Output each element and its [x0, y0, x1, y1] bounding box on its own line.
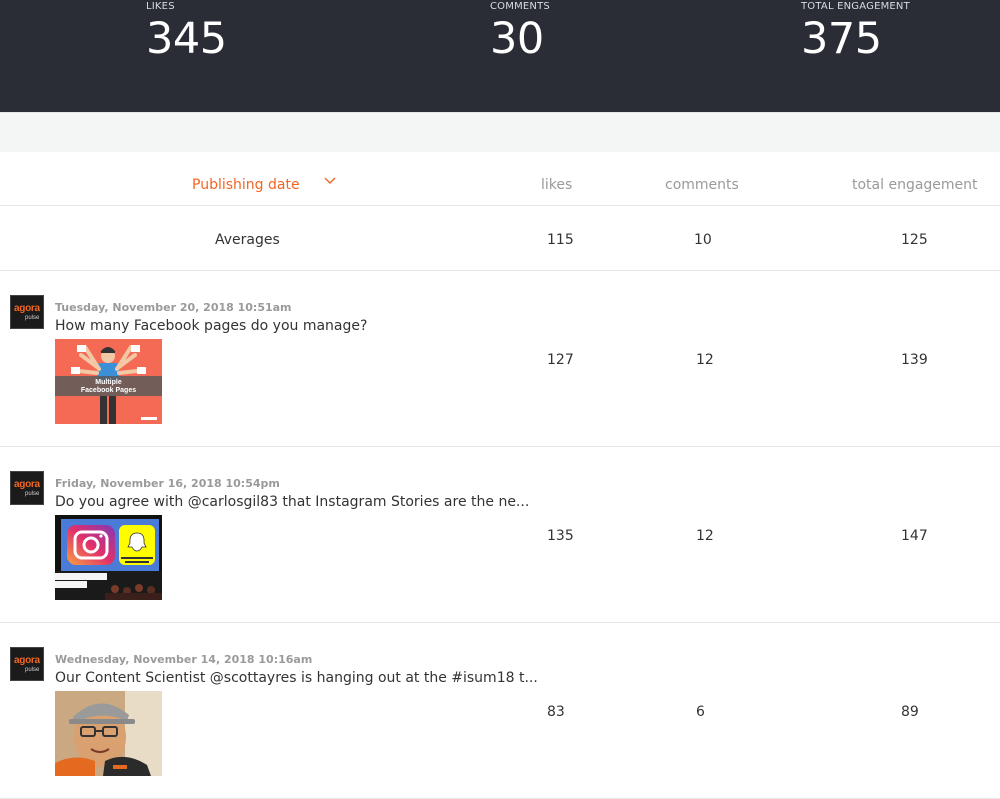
post-likes: 83 [547, 704, 565, 720]
posts-table: Publishing date likes comments total eng… [0, 152, 1000, 799]
section-divider-band [0, 112, 1000, 152]
total-engagement-stat: TOTAL ENGAGEMENT 375 [801, 0, 910, 62]
total-engagement-column-header[interactable]: total engagement [852, 152, 978, 206]
table-row[interactable]: agora pulse Wednesday, November 14, 2018… [0, 623, 1000, 799]
post-comments: 12 [696, 352, 714, 368]
post-total-engagement: 139 [901, 352, 928, 368]
table-row[interactable]: agora pulse Tuesday, November 20, 2018 1… [0, 271, 1000, 447]
post-comments: 6 [696, 704, 705, 720]
post-date: Tuesday, November 20, 2018 10:51am [55, 301, 292, 314]
likes-stat-label: LIKES [146, 1, 175, 12]
avatar: agora pulse [10, 295, 44, 329]
averages-row: Averages 115 10 125 [0, 206, 1000, 271]
post-thumbnail[interactable] [55, 691, 162, 776]
avatar-logo-text: agora [14, 479, 40, 490]
averages-total: 125 [901, 232, 928, 248]
total-engagement-stat-value: 375 [801, 14, 882, 64]
post-comments: 12 [696, 528, 714, 544]
averages-comments: 10 [694, 232, 712, 248]
post-date: Wednesday, November 14, 2018 10:16am [55, 653, 313, 666]
avatar: agora pulse [10, 471, 44, 505]
post-date: Friday, November 16, 2018 10:54pm [55, 477, 280, 490]
comments-stat: COMMENTS 30 [490, 0, 550, 62]
post-likes: 135 [547, 528, 574, 544]
thumb-caption-line-1: Multiple [95, 379, 122, 386]
avatar: agora pulse [10, 647, 44, 681]
likes-stat-value: 345 [146, 14, 227, 64]
post-thumbnail[interactable] [55, 515, 162, 600]
comments-stat-label: COMMENTS [490, 1, 550, 12]
comments-column-header[interactable]: comments [665, 152, 739, 206]
post-likes: 127 [547, 352, 574, 368]
avatar-logo-subtext: pulse [25, 667, 40, 673]
thumb-caption-line-2: Facebook Pages [81, 387, 136, 394]
sort-publishing-date-button[interactable]: Publishing date [192, 152, 336, 206]
avatar-logo-text: agora [14, 303, 40, 314]
total-engagement-stat-label: TOTAL ENGAGEMENT [801, 1, 910, 12]
post-text[interactable]: How many Facebook pages do you manage? [55, 318, 367, 334]
post-text[interactable]: Our Content Scientist @scottayres is han… [55, 670, 538, 686]
avatar-logo-text: agora [14, 655, 40, 666]
stats-header: LIKES 345 COMMENTS 30 TOTAL ENGAGEMENT 3… [0, 0, 1000, 112]
likes-column-header[interactable]: likes [541, 152, 572, 206]
post-text[interactable]: Do you agree with @carlosgil83 that Inst… [55, 494, 529, 510]
publishing-date-header-label: Publishing date [192, 177, 300, 193]
post-total-engagement: 89 [901, 704, 919, 720]
avatar-logo-subtext: pulse [25, 315, 40, 321]
post-total-engagement: 147 [901, 528, 928, 544]
likes-stat: LIKES 345 [146, 0, 227, 62]
avatar-logo-subtext: pulse [25, 491, 40, 497]
averages-label: Averages [215, 232, 280, 248]
chevron-down-icon [324, 148, 336, 214]
post-thumbnail[interactable]: Multiple Facebook Pages [55, 339, 162, 424]
table-row[interactable]: agora pulse Friday, November 16, 2018 10… [0, 447, 1000, 623]
table-header: Publishing date likes comments total eng… [0, 152, 1000, 206]
comments-stat-value: 30 [490, 14, 544, 64]
averages-likes: 115 [547, 232, 574, 248]
